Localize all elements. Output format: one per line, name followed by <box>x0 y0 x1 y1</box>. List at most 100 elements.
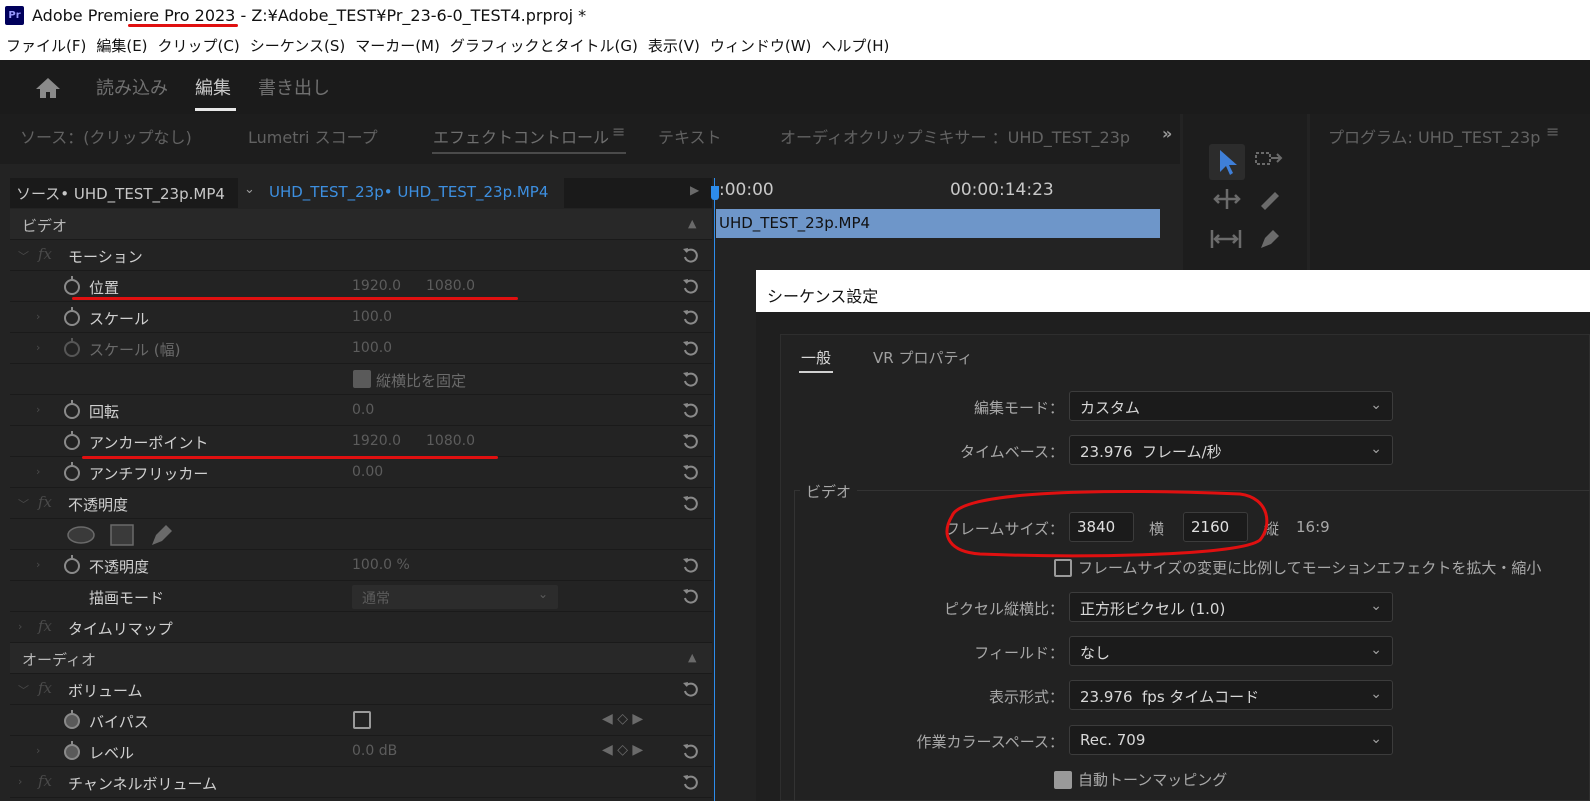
anti-flicker-value[interactable]: 0.00 <box>352 464 383 480</box>
playhead-handle-icon[interactable] <box>711 186 719 200</box>
more-tabs-chevron-icon[interactable]: » <box>1162 124 1172 143</box>
home-icon[interactable] <box>34 76 62 100</box>
stopwatch-icon[interactable] <box>64 555 80 574</box>
keyframe-nav-icon[interactable]: ◀ ◇ ▶ <box>602 742 643 758</box>
menu-sequence[interactable]: シーケンス(S) <box>250 35 345 56</box>
timebase-select[interactable]: 23.976 フレーム/秒 ⌄ <box>1069 435 1393 465</box>
expand-icon[interactable]: › <box>36 341 40 354</box>
param-opacity[interactable]: › 不透明度 100.0 % <box>10 550 712 581</box>
scale-value[interactable]: 100.0 <box>352 309 392 325</box>
tab-effect-controls[interactable]: エフェクトコントロール <box>433 124 609 148</box>
stopwatch-active-icon[interactable] <box>64 710 80 729</box>
edit-mode-select[interactable]: カスタム ⌄ <box>1069 391 1393 421</box>
param-rotation[interactable]: › 回転 0.0 <box>10 395 712 426</box>
ripple-edit-tool-icon[interactable] <box>1211 186 1243 212</box>
menu-file[interactable]: ファイル(F) <box>6 35 86 56</box>
position-x-value[interactable]: 1920.0 <box>352 278 401 294</box>
slip-tool-icon[interactable] <box>1209 226 1243 252</box>
collapse-icon[interactable]: ▲ <box>688 651 696 664</box>
position-y-value[interactable]: 1080.0 <box>426 278 475 294</box>
pen-tool-icon[interactable] <box>1255 226 1283 254</box>
effect-channel-volume[interactable]: › fx チャンネルボリューム <box>10 767 712 798</box>
tab-general[interactable]: 一般 <box>801 347 831 368</box>
tab-lumetri-scopes[interactable]: Lumetri スコープ <box>248 124 378 148</box>
stopwatch-active-icon[interactable] <box>64 741 80 760</box>
chevron-icon[interactable]: ﹀ <box>18 682 29 698</box>
workspace-tab-export[interactable]: 書き出し <box>258 74 330 100</box>
param-level[interactable]: › レベル 0.0 dB ◀ ◇ ▶ <box>10 736 712 767</box>
reset-icon[interactable] <box>682 742 700 760</box>
razor-tool-icon[interactable] <box>1255 186 1283 214</box>
expand-icon[interactable]: › <box>36 310 40 323</box>
menu-help[interactable]: ヘルプ(H) <box>821 35 889 56</box>
fields-select[interactable]: なし ⌄ <box>1069 636 1393 666</box>
param-anchor-point[interactable]: アンカーポイント 1920.0 1080.0 <box>10 426 712 457</box>
stopwatch-icon[interactable] <box>64 307 80 326</box>
uniform-scale-checkbox[interactable] <box>353 370 371 388</box>
param-scale-width[interactable]: › スケール (幅) 100.0 <box>10 333 712 364</box>
scale-width-value[interactable]: 100.0 <box>352 340 392 356</box>
panel-menu-icon[interactable]: ≡ <box>612 122 625 141</box>
ellipse-mask-icon[interactable] <box>66 525 96 545</box>
menu-graphics[interactable]: グラフィックとタイトル(G) <box>450 35 638 56</box>
scale-motion-checkbox[interactable] <box>1054 559 1072 577</box>
color-space-select[interactable]: Rec. 709 ⌄ <box>1069 725 1393 755</box>
program-menu-icon[interactable]: ≡ <box>1546 122 1559 141</box>
reset-icon[interactable] <box>682 773 700 791</box>
tab-program-monitor[interactable]: プログラム: UHD_TEST_23p <box>1328 124 1540 148</box>
menu-clip[interactable]: クリップ(C) <box>158 35 240 56</box>
param-scale[interactable]: › スケール 100.0 <box>10 302 712 333</box>
reset-icon[interactable] <box>682 246 700 264</box>
fx-icon[interactable]: fx <box>38 493 52 511</box>
reset-icon[interactable] <box>682 339 700 357</box>
reset-icon[interactable] <box>682 308 700 326</box>
play-arrow-icon[interactable]: ▶ <box>690 183 699 197</box>
level-value[interactable]: 0.0 dB <box>352 743 397 759</box>
fx-icon[interactable]: fx <box>38 679 52 697</box>
sequence-clip-tab[interactable]: UHD_TEST_23p• UHD_TEST_23p.MP4 <box>269 183 548 201</box>
reset-icon[interactable] <box>682 556 700 574</box>
stopwatch-icon[interactable] <box>64 462 80 481</box>
menu-view[interactable]: 表示(V) <box>648 35 700 56</box>
expand-icon[interactable]: › <box>36 403 40 416</box>
menu-window[interactable]: ウィンドウ(W) <box>710 35 812 56</box>
pixel-aspect-select[interactable]: 正方形ピクセル (1.0) ⌄ <box>1069 592 1393 622</box>
tab-source[interactable]: ソース：(クリップなし) <box>20 124 192 148</box>
track-select-tool-icon[interactable] <box>1253 148 1285 174</box>
rotation-value[interactable]: 0.0 <box>352 402 374 418</box>
fx-icon[interactable]: fx <box>38 617 52 635</box>
stopwatch-icon[interactable] <box>64 400 80 419</box>
reset-icon[interactable] <box>682 401 700 419</box>
bypass-checkbox[interactable] <box>353 711 371 729</box>
reset-icon[interactable] <box>682 370 700 388</box>
pen-mask-icon[interactable] <box>148 523 174 547</box>
fx-icon[interactable]: fx <box>38 245 52 263</box>
reset-icon[interactable] <box>682 463 700 481</box>
menu-marker[interactable]: マーカー(M) <box>355 35 440 56</box>
menu-edit[interactable]: 編集(E) <box>96 35 147 56</box>
param-anti-flicker[interactable]: › アンチフリッカー 0.00 <box>10 457 712 488</box>
workspace-tab-edit[interactable]: 編集 <box>195 74 231 100</box>
anchor-x-value[interactable]: 1920.0 <box>352 433 401 449</box>
source-clip-tab[interactable]: ソース• UHD_TEST_23p.MP4 <box>16 183 225 204</box>
opacity-value[interactable]: 100.0 % <box>352 557 410 573</box>
playhead[interactable] <box>714 178 715 801</box>
stopwatch-icon[interactable] <box>64 338 80 357</box>
workspace-tab-import[interactable]: 読み込み <box>96 74 168 100</box>
stopwatch-icon[interactable] <box>64 276 80 295</box>
expand-icon[interactable]: › <box>18 620 22 633</box>
expand-icon[interactable]: › <box>36 465 40 478</box>
expand-icon[interactable]: › <box>36 558 40 571</box>
expand-icon[interactable]: › <box>36 744 40 757</box>
selection-tool-icon[interactable] <box>1209 144 1245 180</box>
reset-icon[interactable] <box>682 680 700 698</box>
reset-icon[interactable] <box>682 494 700 512</box>
rectangle-mask-icon[interactable] <box>110 524 134 546</box>
auto-tone-checkbox[interactable] <box>1054 771 1072 789</box>
tab-text[interactable]: テキスト <box>658 124 722 148</box>
collapse-icon[interactable]: ▲ <box>688 217 696 230</box>
effect-opacity[interactable]: ﹀ fx 不透明度 <box>10 488 712 519</box>
param-bypass[interactable]: バイパス ◀ ◇ ▶ <box>10 705 712 736</box>
reset-icon[interactable] <box>682 277 700 295</box>
chevron-icon[interactable]: ﹀ <box>18 496 29 512</box>
